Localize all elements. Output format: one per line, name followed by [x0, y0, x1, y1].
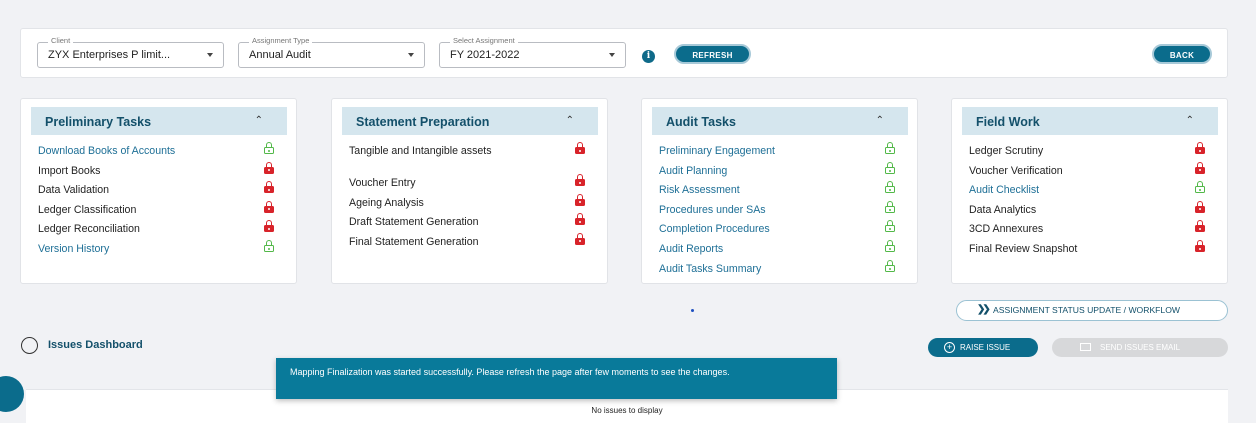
envelope-icon	[1080, 343, 1091, 351]
task-item: Ledger Classification	[38, 203, 137, 216]
task-item[interactable]: Procedures under SAs	[659, 204, 889, 217]
client-select-label: Client	[48, 36, 74, 46]
lock-icon	[575, 232, 585, 245]
select-assignment-select[interactable]: Select Assignment FY 2021-2022	[439, 36, 626, 68]
task-item: Voucher Verification	[969, 164, 1063, 177]
task-item: Draft Statement Generation	[349, 216, 479, 229]
task-item: Ageing Analysis	[349, 196, 424, 209]
lock-icon	[264, 181, 274, 194]
unlock-icon	[885, 181, 895, 194]
filter-bar: Client ZYX Enterprises P limit... Assign…	[20, 28, 1228, 78]
send-issues-email-label: SEND ISSUES EMAIL	[1100, 343, 1181, 352]
back-button[interactable]: BACK	[1152, 44, 1212, 64]
task-item: Data Analytics	[969, 203, 1037, 216]
task-item[interactable]: Audit Planning	[659, 165, 889, 178]
send-issues-email-button[interactable]: SEND ISSUES EMAIL	[1052, 338, 1228, 357]
lock-icon	[1195, 220, 1205, 233]
lock-icon	[575, 213, 585, 226]
lock-icon	[1195, 240, 1205, 252]
chevron-down-icon	[609, 53, 615, 57]
refresh-button[interactable]: REFRESH	[674, 44, 751, 64]
task-card-title: Preliminary Tasks	[45, 115, 152, 129]
unlock-icon	[885, 220, 895, 233]
task-card-header[interactable]: Preliminary Tasks ⌃	[31, 107, 287, 135]
task-item: Ledger Scrutiny	[969, 145, 1044, 157]
task-item[interactable]: Download Books of Accounts	[38, 145, 268, 158]
lock-icon	[575, 193, 585, 206]
double-chevron-right-icon: ❯❯	[977, 304, 991, 315]
toast-message: Mapping Finalization was started success…	[290, 367, 730, 377]
chevron-up-icon[interactable]: ⌃	[566, 115, 574, 126]
task-item: Data Validation	[38, 184, 110, 197]
task-card-statement-preparation: Statement Preparation ⌃ Tangible and Intan…	[331, 98, 608, 284]
unlock-icon	[1195, 181, 1205, 194]
lock-icon	[264, 220, 274, 233]
info-icon[interactable]: i	[642, 50, 655, 63]
task-card-preliminary-tasks: Preliminary Tasks ⌃ Download Books of Acco…	[20, 98, 297, 284]
notification-toast: Mapping Finalization was started success…	[276, 358, 837, 399]
task-item: Final Review Snapshot	[969, 243, 1078, 255]
lock-icon	[575, 142, 585, 154]
task-item: Final Statement Generation	[349, 235, 479, 248]
task-item: 3CD Annexures	[969, 223, 1044, 236]
raise-issue-button[interactable]: + RAISE ISSUE	[928, 338, 1038, 357]
chevron-up-icon[interactable]: ⌃	[876, 115, 884, 126]
select-assignment-value: FY 2021-2022	[450, 49, 520, 61]
carousel-dot[interactable]	[691, 309, 694, 312]
lock-icon	[264, 200, 274, 213]
task-card-header[interactable]: Audit Tasks ⌃	[652, 107, 908, 135]
unlock-icon	[885, 259, 895, 272]
unlock-icon	[264, 142, 274, 154]
assignment-type-select[interactable]: Assignment Type Annual Audit	[238, 36, 425, 68]
chevron-down-icon	[207, 53, 213, 57]
task-card-title: Statement Preparation	[356, 115, 490, 129]
task-item[interactable]: Preliminary Engagement	[659, 145, 889, 158]
task-card-audit-tasks: Audit Tasks ⌃ Preliminary Engagement Audit …	[641, 98, 918, 284]
unlock-icon	[885, 161, 895, 174]
lock-icon	[1195, 200, 1205, 213]
select-assignment-label: Select Assignment	[450, 36, 518, 46]
assignment-type-value: Annual Audit	[249, 49, 311, 61]
task-item[interactable]: Audit Checklist	[969, 184, 1199, 197]
task-item[interactable]: Audit Reports	[659, 243, 889, 256]
chevron-down-icon	[408, 53, 414, 57]
lock-icon	[264, 161, 274, 174]
client-select[interactable]: Client ZYX Enterprises P limit...	[37, 36, 224, 68]
issues-dashboard-title: Issues Dashboard	[48, 339, 143, 351]
task-card-title: Field Work	[976, 115, 1040, 129]
task-item[interactable]: Completion Procedures	[659, 223, 889, 236]
task-card-header[interactable]: Field Work ⌃	[962, 107, 1218, 135]
side-fab-button[interactable]	[0, 376, 24, 412]
assignment-status-workflow-label: ASSIGNMENT STATUS UPDATE / WORKFLOW	[993, 305, 1181, 315]
issues-dashboard-icon	[21, 337, 38, 354]
unlock-icon	[885, 200, 895, 213]
raise-issue-label: RAISE ISSUE	[960, 343, 1011, 352]
lock-icon	[575, 174, 585, 186]
client-select-value: ZYX Enterprises P limit...	[48, 49, 171, 61]
task-card-title: Audit Tasks	[666, 115, 736, 129]
task-item: Tangible and Intangible assets	[349, 145, 492, 157]
unlock-icon	[264, 240, 274, 252]
task-item[interactable]: Audit Tasks Summary	[659, 263, 889, 276]
task-item: Import Books	[38, 164, 101, 177]
task-card-header[interactable]: Statement Preparation ⌃	[342, 107, 598, 135]
lock-icon	[1195, 142, 1205, 154]
task-item: Voucher Entry	[349, 177, 416, 189]
task-item: Ledger Reconciliation	[38, 223, 140, 236]
chevron-up-icon[interactable]: ⌃	[1186, 115, 1194, 126]
unlock-icon	[885, 240, 895, 252]
plus-circle-icon: +	[944, 342, 955, 353]
task-card-field-work: Field Work ⌃ Ledger Scrutiny Voucher Verifi…	[951, 98, 1228, 284]
assignment-type-label: Assignment Type	[249, 36, 313, 46]
task-item[interactable]: Version History	[38, 243, 268, 256]
task-item[interactable]: Risk Assessment	[659, 184, 889, 197]
chevron-up-icon[interactable]: ⌃	[255, 115, 263, 126]
unlock-icon	[885, 142, 895, 154]
no-issues-message: No issues to display	[591, 406, 663, 415]
assignment-status-workflow-button[interactable]: ❯❯ ASSIGNMENT STATUS UPDATE / WORKFLOW	[956, 300, 1228, 321]
lock-icon	[1195, 161, 1205, 174]
